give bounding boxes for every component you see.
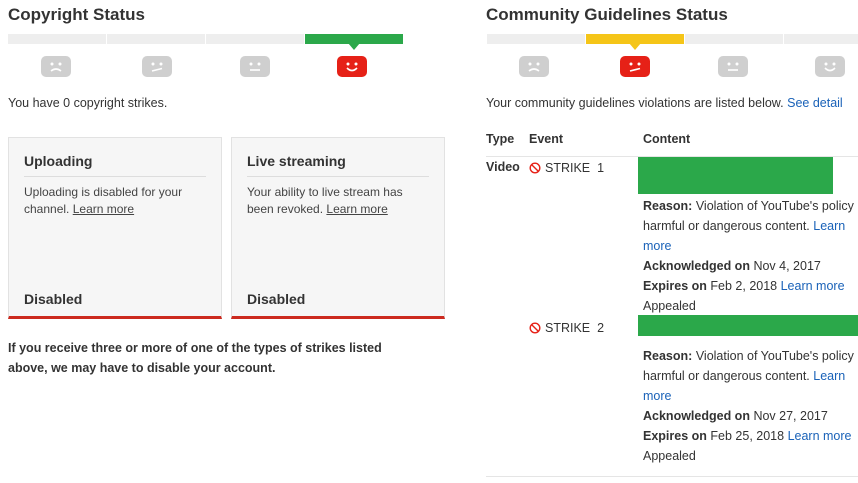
community-intro: Your community guidelines violations are… [486, 96, 843, 110]
reason-text: Violation of YouTube's policy [695, 349, 854, 363]
expires-date: Feb 2, 2018 [710, 279, 778, 293]
copyright-level-2 [107, 34, 205, 44]
community-level-1 [487, 34, 585, 44]
appeal-status: Appealed [643, 449, 696, 463]
expires-label: Expires on [643, 429, 707, 443]
copyright-strike-summary: You have 0 copyright strikes. [8, 96, 168, 110]
video-thumbnail[interactable] [638, 157, 833, 194]
happy-face-icon [815, 56, 845, 77]
skeptical-face-icon [142, 56, 172, 77]
neutral-face-icon [718, 56, 748, 77]
strike-text: STRIKE 1 [545, 161, 605, 175]
divider [24, 176, 206, 177]
copyright-level-4-active [305, 34, 403, 50]
reason-text: Violation of YouTube's policy [695, 199, 854, 213]
video-thumbnail[interactable] [638, 315, 858, 336]
reason-label: Reason: [643, 199, 693, 213]
column-header-content: Content [643, 132, 691, 146]
expires-learn-more-link[interactable]: Learn more [788, 429, 852, 443]
learn-more-link[interactable]: Learn [813, 369, 845, 383]
uploading-card-body: Uploading is disabled for your channel. … [24, 184, 209, 218]
row-type: Video [486, 160, 520, 174]
live-streaming-card: Live streaming Your ability to live stre… [231, 137, 445, 319]
community-level-2-active [586, 34, 684, 50]
learn-more-link[interactable]: Learn [813, 219, 845, 233]
copyright-level-1 [8, 34, 106, 44]
community-status-title: Community Guidelines Status [486, 5, 728, 24]
acknowledged-date: Nov 27, 2017 [753, 409, 828, 423]
learn-more-link-cont[interactable]: more [643, 389, 671, 403]
acknowledged-date: Nov 4, 2017 [753, 259, 821, 273]
live-streaming-card-title: Live streaming [247, 153, 346, 169]
live-streaming-learn-more-link[interactable]: Learn more [326, 202, 387, 216]
copyright-status-meter [8, 34, 405, 50]
column-header-event: Event [529, 132, 564, 146]
expires-date: Feb 25, 2018 [710, 429, 785, 443]
strike-details: Reason: Violation of YouTube's policy ha… [643, 196, 854, 316]
sad-face-icon [41, 56, 71, 77]
expires-label: Expires on [643, 279, 707, 293]
reason-label: Reason: [643, 349, 693, 363]
level-pointer-icon [629, 43, 641, 50]
uploading-card-title: Uploading [24, 153, 93, 169]
community-level-3 [685, 34, 783, 44]
copyright-level-3 [206, 34, 304, 44]
ban-icon [529, 162, 541, 174]
copyright-status-title: Copyright Status [8, 5, 145, 24]
strike-label: STRIKE 1 [529, 161, 604, 175]
acknowledged-label: Acknowledged on [643, 409, 750, 423]
strike-text: STRIKE 2 [545, 321, 605, 335]
happy-face-icon [337, 56, 367, 77]
reason-text-cont: harmful or dangerous content. [643, 219, 810, 233]
reason-text-cont: harmful or dangerous content. [643, 369, 810, 383]
neutral-face-icon [240, 56, 270, 77]
divider [247, 176, 429, 177]
uploading-card: Uploading Uploading is disabled for your… [8, 137, 222, 319]
strike-details: Reason: Violation of YouTube's policy ha… [643, 346, 854, 466]
account-disable-warning: If you receive three or more of one of t… [8, 341, 382, 375]
community-level-4 [784, 34, 858, 44]
column-header-type: Type [486, 132, 515, 146]
ban-icon [529, 322, 541, 334]
live-streaming-status: Disabled [247, 291, 306, 307]
level-pointer-icon [348, 43, 360, 50]
community-intro-text: Your community guidelines violations are… [486, 96, 784, 110]
acknowledged-label: Acknowledged on [643, 259, 750, 273]
skeptical-face-icon [620, 56, 650, 77]
strike-label: STRIKE 2 [529, 321, 604, 335]
community-status-meter [487, 34, 858, 50]
table-bottom-divider [486, 476, 858, 477]
live-streaming-card-body: Your ability to live stream has been rev… [247, 184, 432, 218]
appeal-status: Appealed [643, 299, 696, 313]
uploading-learn-more-link[interactable]: Learn more [73, 202, 134, 216]
sad-face-icon [519, 56, 549, 77]
uploading-status: Disabled [24, 291, 83, 307]
learn-more-link-cont[interactable]: more [643, 239, 671, 253]
expires-learn-more-link[interactable]: Learn more [781, 279, 845, 293]
see-details-link[interactable]: See detail [787, 96, 843, 110]
